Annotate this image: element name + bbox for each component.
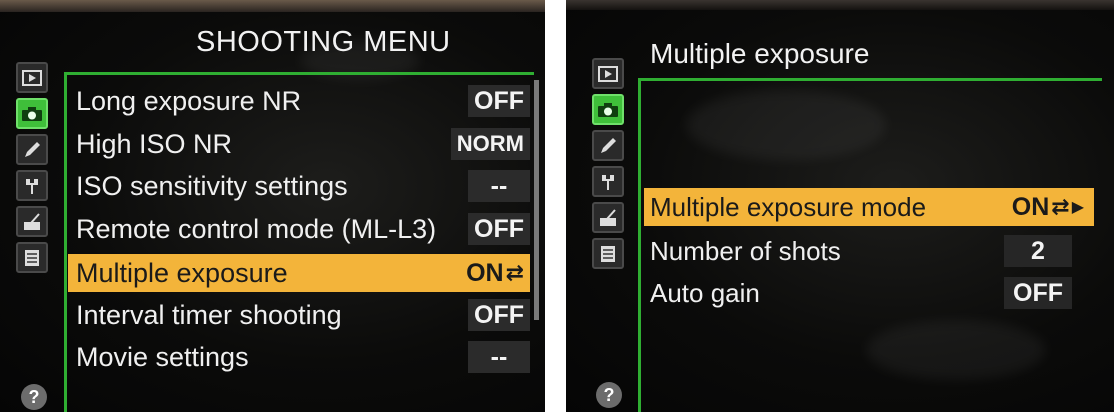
menu-item-value: ON ⇄ ▶ xyxy=(1006,191,1090,223)
menu-item-value: NORM xyxy=(450,128,530,160)
shooting-menu-camera-icon[interactable] xyxy=(592,94,624,125)
menu-item-label: Multiple exposure mode xyxy=(650,191,927,222)
menu-item-value: OFF xyxy=(468,85,530,117)
menu-item-label: Multiple exposure xyxy=(76,257,288,288)
custom-settings-pencil-icon[interactable] xyxy=(592,130,624,161)
shooting-menu-camera-icon[interactable] xyxy=(16,98,48,129)
menu-item-multiple-exposure-mode[interactable]: Multiple exposure mode ON ⇄ ▶ xyxy=(644,188,1094,226)
retouch-menu-brush-icon[interactable] xyxy=(16,206,48,237)
my-menu-list-icon[interactable] xyxy=(16,242,48,273)
menu-item-value: OFF xyxy=(468,213,530,245)
menu-item-remote-control-mode[interactable]: Remote control mode (ML-L3) OFF xyxy=(68,212,530,246)
menu-item-label: Auto gain xyxy=(650,277,760,308)
menu-item-movie-settings[interactable]: Movie settings -- xyxy=(68,340,530,374)
menu-item-label: Long exposure NR xyxy=(76,85,302,116)
my-menu-list-icon[interactable] xyxy=(592,238,624,269)
menu-item-value: 2 xyxy=(1004,235,1072,267)
menu-item-label: Number of shots xyxy=(650,235,841,266)
menu-title: SHOOTING MENU xyxy=(196,26,451,58)
value-text: ON xyxy=(466,258,504,287)
menu-item-value: ON ⇄ xyxy=(460,257,530,289)
multiple-exposure-screen: ? Multiple exposure Multiple exposure mo… xyxy=(566,0,1114,412)
setup-menu-wrench-icon[interactable] xyxy=(16,170,48,201)
menu-item-label: Remote control mode (ML-L3) xyxy=(76,213,437,244)
menu-item-value: OFF xyxy=(1004,277,1072,309)
menu-item-label: ISO sensitivity settings xyxy=(76,170,348,201)
menu-item-label: High ISO NR xyxy=(76,128,233,159)
menu-item-auto-gain[interactable]: Auto gain OFF xyxy=(644,274,1094,312)
menu-item-value: -- xyxy=(468,170,530,202)
menu-tab-column xyxy=(592,58,628,274)
help-icon[interactable]: ? xyxy=(596,382,622,408)
menu-tab-column xyxy=(16,62,52,278)
menu-item-long-exposure-nr[interactable]: Long exposure NR OFF xyxy=(68,84,530,118)
camera-bezel xyxy=(0,0,545,12)
value-text: ON xyxy=(1011,192,1050,221)
menu-item-multiple-exposure[interactable]: Multiple exposure ON ⇄ xyxy=(68,254,530,292)
menu-item-value: OFF xyxy=(468,299,530,331)
scrollbar[interactable] xyxy=(534,80,539,320)
cycle-arrows-icon: ⇄ xyxy=(505,260,524,285)
menu-item-interval-timer[interactable]: Interval timer shooting OFF xyxy=(68,298,530,332)
menu-item-label: Interval timer shooting xyxy=(76,299,342,330)
retouch-menu-brush-icon[interactable] xyxy=(592,202,624,233)
custom-settings-pencil-icon[interactable] xyxy=(16,134,48,165)
setup-menu-wrench-icon[interactable] xyxy=(592,166,624,197)
cycle-arrows-icon: ⇄ xyxy=(1051,194,1070,219)
menu-item-number-of-shots[interactable]: Number of shots 2 xyxy=(644,232,1094,270)
menu-item-label: Movie settings xyxy=(76,341,249,372)
playback-menu-icon[interactable] xyxy=(592,58,624,89)
menu-item-value: -- xyxy=(468,341,530,373)
menu-item-high-iso-nr[interactable]: High ISO NR NORM xyxy=(68,127,530,161)
camera-bezel xyxy=(566,0,1114,10)
playback-menu-icon[interactable] xyxy=(16,62,48,93)
shooting-menu-screen: ? SHOOTING MENU Long exposure NR OFF Hig… xyxy=(0,0,545,412)
submenu-arrow-icon: ▶ xyxy=(1071,199,1084,216)
submenu-title: Multiple exposure xyxy=(650,38,870,69)
help-icon[interactable]: ? xyxy=(21,384,47,410)
menu-item-iso-sensitivity[interactable]: ISO sensitivity settings -- xyxy=(68,169,530,203)
